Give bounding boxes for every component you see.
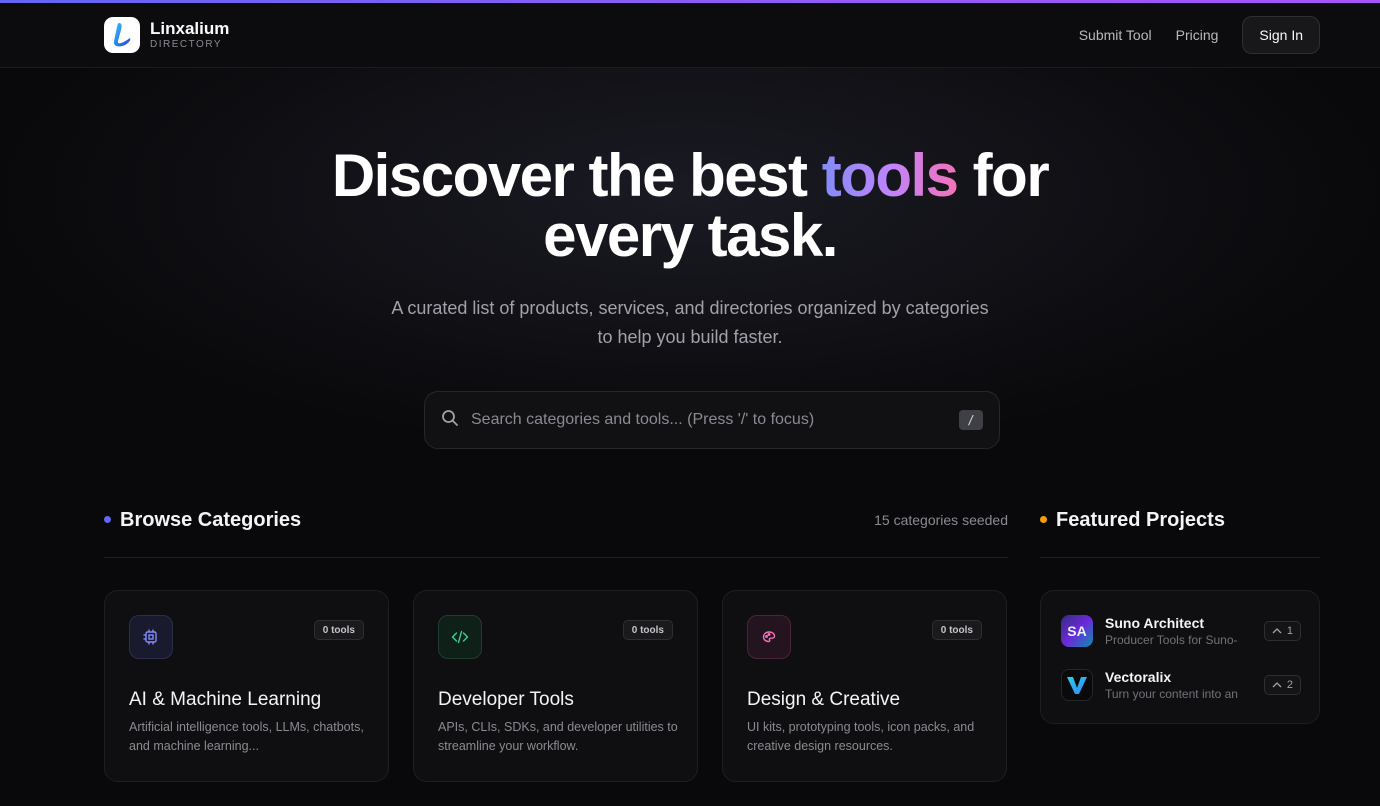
hero-title-part: for bbox=[957, 142, 1050, 209]
featured-projects-panel: SA Suno Architect Producer Tools for Sun… bbox=[1040, 590, 1320, 724]
categories-dot bbox=[104, 516, 111, 523]
hero-subtitle: A curated list of products, services, an… bbox=[391, 298, 989, 347]
category-cards: 0 tools AI & Machine Learning Artificial… bbox=[104, 590, 1007, 782]
hero-title-line2: every task. bbox=[543, 202, 838, 269]
categories-header: Browse Categories 15 categories seeded bbox=[104, 510, 1008, 558]
featured-item-vectoralix[interactable]: Vectoralix Turn your content into an 2 bbox=[1061, 667, 1301, 703]
hero-title-part: Discover the best bbox=[331, 142, 822, 209]
vectoralix-logo bbox=[1061, 669, 1093, 701]
chevron-up-icon bbox=[1272, 679, 1282, 691]
category-card-ai[interactable]: 0 tools AI & Machine Learning Artificial… bbox=[104, 590, 389, 782]
brand-logo[interactable]: Linxalium DIRECTORY bbox=[104, 17, 229, 53]
logo-icon bbox=[104, 17, 140, 53]
search-shortcut-key: / bbox=[959, 410, 983, 430]
code-icon bbox=[438, 615, 482, 659]
categories-count: 15 categories seeded bbox=[874, 512, 1008, 528]
vectoralix-v-icon bbox=[1067, 677, 1087, 694]
cpu-icon bbox=[129, 615, 173, 659]
upvote-button[interactable]: 2 bbox=[1263, 675, 1301, 695]
nav-submit-tool[interactable]: Submit Tool bbox=[1079, 27, 1152, 43]
sign-in-button[interactable]: Sign In bbox=[1242, 16, 1320, 54]
vote-count: 2 bbox=[1286, 679, 1293, 691]
tool-count-badge: 0 tools bbox=[931, 620, 982, 640]
search-icon bbox=[441, 409, 459, 432]
suno-architect-logo: SA bbox=[1061, 615, 1093, 647]
nav-pricing[interactable]: Pricing bbox=[1176, 27, 1219, 43]
category-description: APIs, CLIs, SDKs, and developer utilitie… bbox=[438, 720, 678, 753]
category-description: Artificial intelligence tools, LLMs, cha… bbox=[129, 720, 364, 753]
featured-header: Featured Projects bbox=[1040, 510, 1320, 558]
site-header: Linxalium DIRECTORY Submit Tool Pricing … bbox=[0, 3, 1380, 68]
category-title: AI & Machine Learning bbox=[129, 689, 322, 710]
tool-count-badge: 0 tools bbox=[313, 620, 364, 640]
featured-name: Suno Architect bbox=[1105, 615, 1205, 631]
chevron-up-icon bbox=[1272, 625, 1282, 637]
tool-count-badge: 0 tools bbox=[622, 620, 673, 640]
featured-description: Turn your content into an bbox=[1105, 687, 1238, 701]
hero-title-highlight: tools bbox=[821, 142, 959, 209]
featured-name: Vectoralix bbox=[1105, 669, 1172, 685]
vote-count: 1 bbox=[1286, 625, 1293, 637]
brand-subtitle: DIRECTORY bbox=[150, 39, 223, 50]
categories-title: Browse Categories bbox=[120, 509, 302, 531]
palette-icon bbox=[747, 615, 791, 659]
category-description: UI kits, prototyping tools, icon packs, … bbox=[747, 720, 975, 753]
category-card-design[interactable]: 0 tools Design & Creative UI kits, proto… bbox=[722, 590, 1007, 782]
featured-dot bbox=[1040, 516, 1047, 523]
search-input[interactable] bbox=[471, 411, 959, 429]
brand-name: Linxalium bbox=[150, 19, 230, 38]
hero-title: Discover the best tools for every task. bbox=[0, 146, 1380, 266]
featured-title: Featured Projects bbox=[1056, 509, 1225, 531]
featured-description: Producer Tools for Suno- bbox=[1105, 633, 1238, 647]
category-title: Developer Tools bbox=[438, 689, 574, 710]
search-bar[interactable]: / bbox=[424, 391, 1000, 449]
upvote-button[interactable]: 1 bbox=[1263, 621, 1301, 641]
main-nav: Submit Tool Pricing Sign In bbox=[1079, 16, 1320, 54]
logo-text: SA bbox=[1067, 623, 1087, 639]
category-title: Design & Creative bbox=[747, 689, 901, 710]
category-card-developer[interactable]: 0 tools Developer Tools APIs, CLIs, SDKs… bbox=[413, 590, 698, 782]
featured-item-suno-architect[interactable]: SA Suno Architect Producer Tools for Sun… bbox=[1061, 613, 1301, 649]
